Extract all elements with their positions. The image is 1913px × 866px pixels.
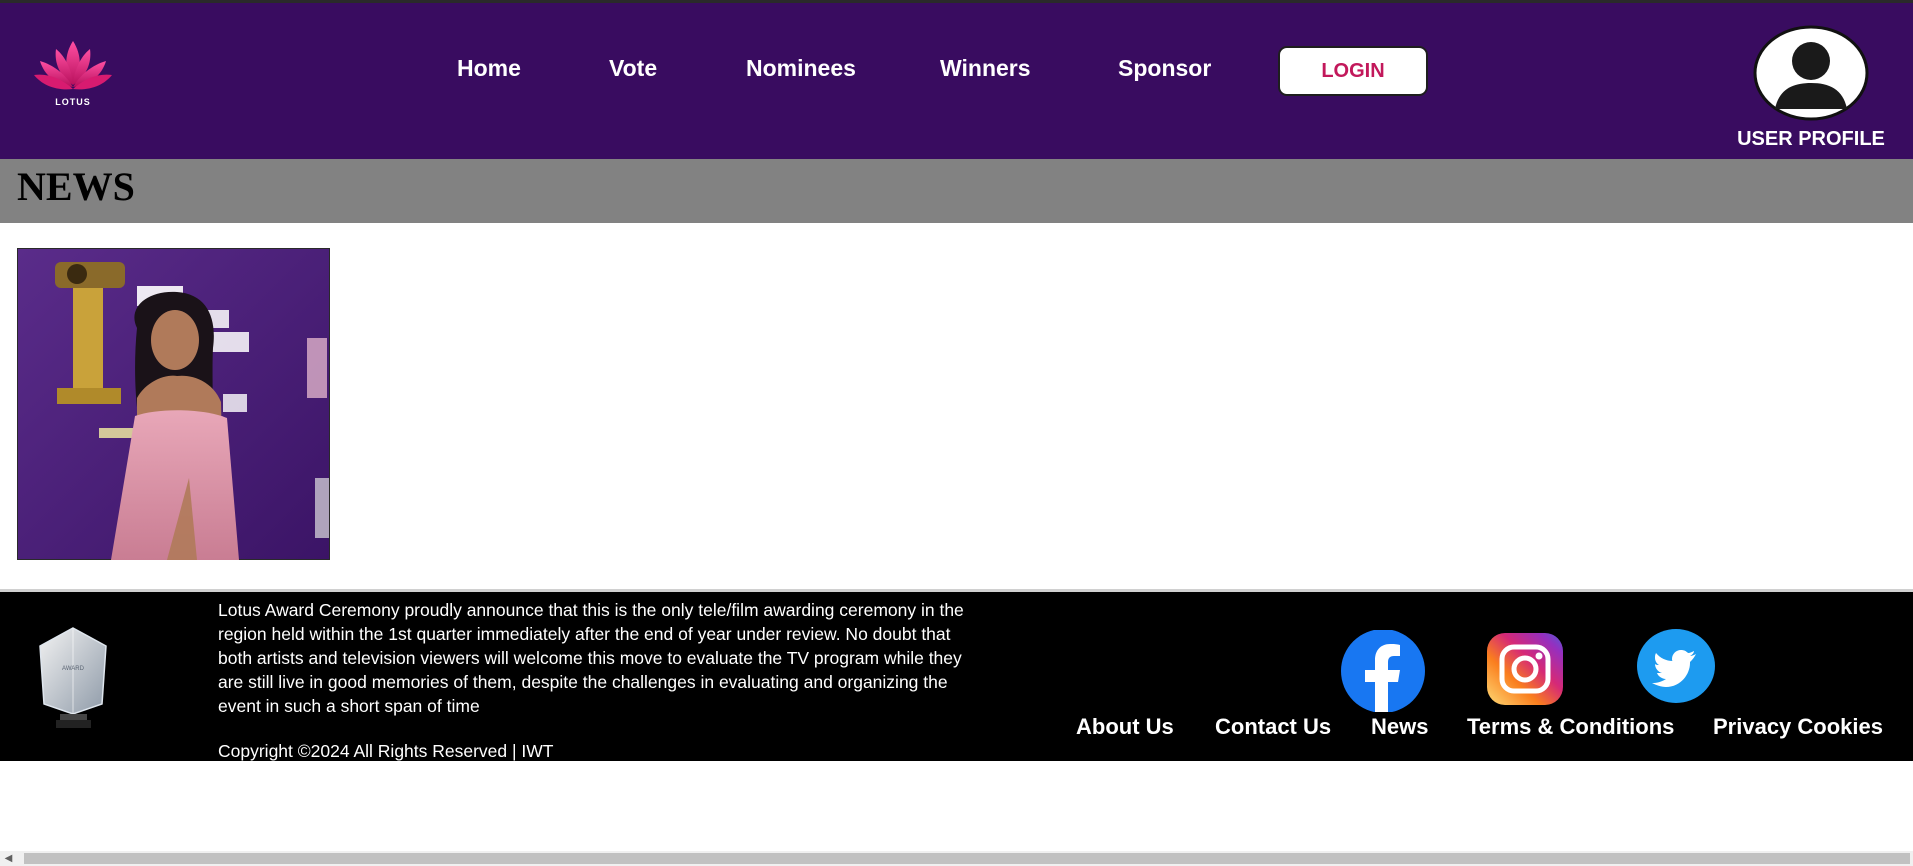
nav-winners[interactable]: Winners [940,55,1031,82]
twitter-icon [1637,629,1715,703]
footer-link-contact-us[interactable]: Contact Us [1215,714,1331,740]
horizontal-scrollbar[interactable]: ◀ [0,851,1913,866]
news-header-bar: NEWS [0,159,1913,223]
page-title: NEWS [17,164,135,209]
trophy-text: AWARD [62,666,85,672]
footer-link-news[interactable]: News [1371,714,1428,740]
user-avatar[interactable] [1753,25,1869,121]
footer-link-privacy[interactable]: Privacy Cookies [1713,714,1883,740]
footer-copyright: Copyright ©2024 All Rights Reserved | IW… [218,741,554,761]
nav-nominees[interactable]: Nominees [746,55,856,82]
footer-link-terms[interactable]: Terms & Conditions [1467,714,1674,740]
footer-link-about-us[interactable]: About Us [1076,714,1174,740]
instagram-icon [1487,633,1563,705]
scroll-left-icon[interactable]: ◀ [0,851,17,866]
facebook-icon [1341,629,1425,713]
lotus-flower-icon [34,41,112,90]
scrollbar-thumb[interactable] [24,853,1910,864]
crystal-trophy-icon: AWARD [39,627,107,728]
news-article-image[interactable] [17,248,330,560]
facebook-link[interactable] [1338,629,1428,717]
footer-trophy: AWARD [36,626,111,731]
award-winner-photo-icon [17,248,330,560]
user-profile-label[interactable]: USER PROFILE [1735,128,1887,151]
login-button[interactable]: LOGIN [1278,46,1428,96]
footer-description: Lotus Award Ceremony proudly announce th… [218,600,964,716]
site-footer: AWARD Lotus Award Ceremony proudly annou… [0,589,1913,761]
logo-text: LOTUS [55,97,91,107]
site-header: LOTUS Home Vote Nominees Winners Sponsor… [0,0,1913,159]
nav-home[interactable]: Home [457,55,521,82]
instagram-link[interactable] [1486,632,1564,711]
nav-vote[interactable]: Vote [609,55,657,82]
twitter-link[interactable] [1636,628,1716,709]
nav-sponsor[interactable]: Sponsor [1118,55,1211,82]
user-profile-icon [1753,25,1869,121]
lotus-logo[interactable]: LOTUS [30,37,116,109]
